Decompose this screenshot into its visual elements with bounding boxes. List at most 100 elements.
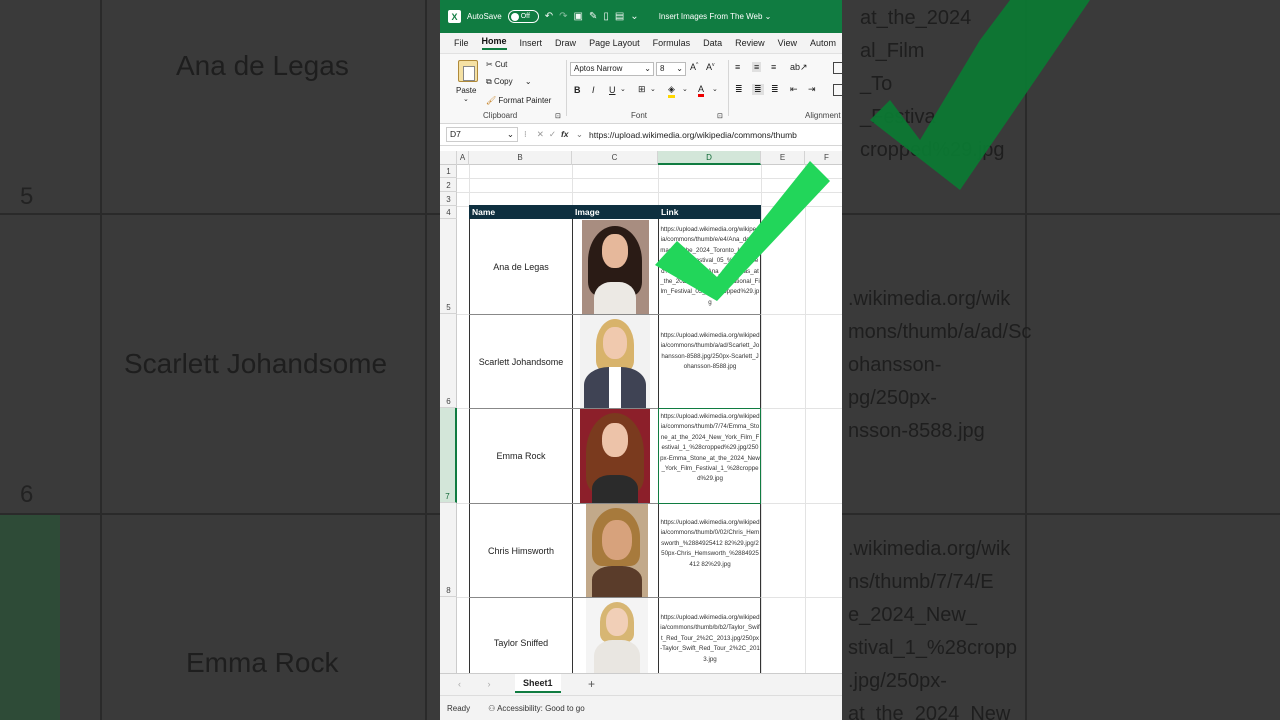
toggle-state: Off <box>520 13 530 20</box>
align-bottom-icon[interactable]: ≡ <box>771 62 776 72</box>
align-right-icon[interactable]: ≣ <box>771 84 779 95</box>
font-size-select[interactable]: 8 ⌄ <box>656 62 686 76</box>
column-header-c[interactable]: C <box>572 151 658 165</box>
decrease-indent-icon[interactable]: ⇤ <box>790 84 798 95</box>
ribbon-divider <box>566 60 567 116</box>
header-image[interactable]: Image <box>575 207 600 217</box>
photo-chris-himsworth[interactable] <box>586 504 648 597</box>
header-name[interactable]: Name <box>472 207 495 217</box>
column-header-b[interactable]: B <box>469 151 572 165</box>
fill-color-icon[interactable]: ◈ <box>668 84 675 98</box>
tab-draw[interactable]: Draw <box>555 38 576 48</box>
menu-bar: File Home Insert Draw Page Layout Formul… <box>440 33 842 54</box>
dialog-launcher-icon[interactable]: ⊡ <box>717 112 723 120</box>
document-title[interactable]: Insert Images From The Web ⌄ <box>659 12 772 21</box>
photo-body <box>592 475 638 503</box>
increase-font-icon[interactable]: A^ <box>690 62 698 72</box>
tab-page-layout[interactable]: Page Layout <box>589 38 640 48</box>
document-icon[interactable]: ▤ <box>615 11 624 22</box>
formula-input[interactable]: https://upload.wikimedia.org/wikipedia/c… <box>589 130 797 140</box>
tab-view[interactable]: View <box>778 38 797 48</box>
tab-home[interactable]: Home <box>481 36 507 50</box>
tab-review[interactable]: Review <box>735 38 765 48</box>
edit-icon[interactable]: ✎ <box>589 11 597 22</box>
row-header-5[interactable]: 5 <box>440 219 457 314</box>
accessibility-status[interactable]: ⚇ Accessibility: Good to go <box>488 704 585 713</box>
cell-link[interactable]: https://upload.wikimedia.org/wikipedia/c… <box>660 331 760 373</box>
bold-icon[interactable]: B <box>574 85 581 95</box>
chevron-down-icon[interactable]: ⌄ <box>576 129 583 139</box>
column-header-a[interactable]: A <box>457 151 469 165</box>
merge-icon[interactable] <box>833 84 842 96</box>
more-options-icon[interactable]: ⁝ <box>524 129 527 140</box>
table-row[interactable]: Ana de Legas <box>470 220 572 314</box>
tab-insert[interactable]: Insert <box>520 38 543 48</box>
row-header-9[interactable] <box>440 597 457 673</box>
font-group-label: Font <box>631 111 648 120</box>
row-header-1[interactable]: 1 <box>440 165 457 178</box>
bg-rownum: 5 <box>20 183 34 210</box>
copy-icon: ⧉ <box>486 77 492 86</box>
photo-ana-de-legas[interactable] <box>582 220 649 314</box>
font-color-icon[interactable]: A <box>698 84 705 97</box>
photo-body <box>594 282 636 314</box>
bg-link-text: .wikimedia.org/wik mons/thumb/a/ad/Sc oh… <box>848 288 1032 442</box>
photo-emma-rock[interactable] <box>580 409 650 503</box>
table-row[interactable]: Scarlett Johandsome <box>470 315 572 408</box>
chevron-down-icon[interactable]: ⌄ <box>620 85 626 93</box>
row-header-3[interactable]: 3 <box>440 192 457 206</box>
name-box[interactable]: D7 ⌄ <box>446 127 518 142</box>
add-sheet-icon[interactable]: + <box>588 677 595 691</box>
table-row[interactable]: Chris Himsworth <box>470 504 572 597</box>
copy-button[interactable]: ⧉ Copy ⌄ <box>486 77 532 87</box>
active-cell-selection[interactable] <box>658 408 761 504</box>
underline-icon[interactable]: U <box>609 85 616 95</box>
tab-automate[interactable]: Autom <box>810 38 836 48</box>
orientation-icon[interactable]: ab↗ <box>790 62 808 73</box>
cut-button[interactable]: ✂ Cut <box>486 60 507 69</box>
chevron-down-icon[interactable]: ⌄ <box>650 85 656 93</box>
chevron-down-icon[interactable]: ⌄ <box>682 85 688 93</box>
align-center-icon[interactable]: ≣ <box>752 84 764 95</box>
align-top-icon[interactable]: ≡ <box>735 62 740 72</box>
photo-taylor-sniffed[interactable] <box>586 598 648 673</box>
font-name-select[interactable]: Aptos Narrow ⌄ <box>570 62 654 76</box>
row-header-2[interactable]: 2 <box>440 178 457 192</box>
tab-file[interactable]: File <box>454 38 469 48</box>
sheet-nav-arrows[interactable]: ‹ › <box>458 679 503 689</box>
chevron-down-icon[interactable]: ⌄ <box>712 85 718 93</box>
borders-icon[interactable]: ⊞ <box>638 84 646 95</box>
format-painter-button[interactable]: 🖌 Format Painter <box>486 96 551 105</box>
row-header-7[interactable]: 7 <box>440 408 457 503</box>
paste-button[interactable]: Paste ⌄ <box>456 60 478 103</box>
table-row[interactable]: Emma Rock <box>470 409 572 503</box>
row-header-4[interactable]: 4 <box>440 206 457 219</box>
autosave-toggle[interactable]: Off <box>507 10 539 23</box>
save-icon[interactable]: ▣ <box>573 11 582 22</box>
row-header-6[interactable]: 6 <box>440 314 457 408</box>
file-icon[interactable]: ▯ <box>603 11 609 22</box>
align-left-icon[interactable]: ≣ <box>735 84 743 95</box>
redo-icon[interactable]: ↷ <box>559 11 567 22</box>
cell-link[interactable]: https://upload.wikimedia.org/wikipedia/c… <box>660 613 760 665</box>
row-header-8[interactable]: 8 <box>440 503 457 597</box>
enter-icon[interactable]: ✓ <box>549 129 561 139</box>
wrap-text-icon[interactable] <box>833 62 842 74</box>
spreadsheet-grid[interactable]: A B C D E F 1 2 3 4 5 6 7 8 Name Image L… <box>440 151 842 673</box>
more-icon[interactable]: ⌄ <box>630 11 638 22</box>
cell-link[interactable]: https://upload.wikimedia.org/wikipedia/c… <box>660 518 760 570</box>
undo-icon[interactable]: ↶ <box>545 11 553 22</box>
decrease-font-icon[interactable]: Av <box>706 62 715 72</box>
table-row[interactable]: Taylor Sniffed <box>470 598 572 673</box>
align-middle-icon[interactable]: ≡ <box>752 62 762 72</box>
tab-data[interactable]: Data <box>703 38 722 48</box>
dialog-launcher-icon[interactable]: ⊡ <box>555 112 561 120</box>
insert-function-icon[interactable]: fx <box>561 129 569 139</box>
photo-scarlett-johandsome[interactable] <box>580 315 650 408</box>
cancel-icon[interactable]: ✕ <box>537 129 549 139</box>
italic-icon[interactable]: I <box>592 85 595 95</box>
tab-formulas[interactable]: Formulas <box>653 38 691 48</box>
increase-indent-icon[interactable]: ⇥ <box>808 84 816 95</box>
select-all-corner[interactable] <box>440 151 457 165</box>
sheet-tab-sheet1[interactable]: Sheet1 <box>515 674 561 693</box>
